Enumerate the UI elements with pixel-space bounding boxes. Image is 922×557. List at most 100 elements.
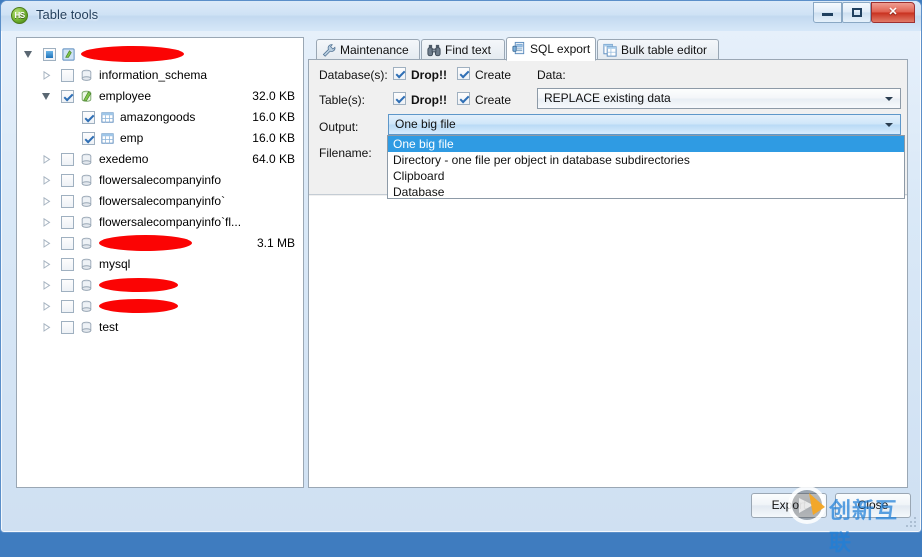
tree-item[interactable]: emp 16.0 KB [17,128,303,149]
databases-label: Database(s): [319,68,388,82]
expand-arrow-icon[interactable] [41,296,52,317]
resize-grip-icon[interactable] [905,516,918,529]
tab-bulk-table-editor[interactable]: Bulk table editor [597,39,719,60]
expand-arrow-icon[interactable] [41,170,52,191]
tree-item-label: exedemo [99,152,149,166]
database-icon [79,68,94,83]
server-icon [61,47,76,62]
tree-item-size: 16.0 KB [252,110,295,124]
database-icon [79,299,94,314]
data-mode-combobox[interactable]: REPLACE existing data [537,88,901,109]
expand-arrow-icon[interactable] [41,65,52,86]
expand-arrow-icon[interactable] [41,212,52,233]
tree-item-checkbox[interactable] [61,258,74,271]
tree-item[interactable]: mysql [17,254,303,275]
databases-create-label: Create [475,68,512,82]
tree-item-checkbox[interactable] [61,237,74,250]
output-mode-combobox[interactable]: One big file [388,114,901,135]
tree-item-label: mysql [99,257,131,271]
dropdown-option[interactable]: One big file [388,136,904,152]
tree-item-label: emp [120,131,144,145]
tables-drop-checkbox[interactable] [393,92,406,105]
tree-item-checkbox[interactable] [61,279,74,292]
tree-item-checkbox[interactable] [43,48,56,61]
tab-find-text[interactable]: Find text [421,39,505,60]
tree-item-checkbox[interactable] [82,132,95,145]
tree-item[interactable] [17,296,303,317]
tables-create-checkbox[interactable] [457,92,470,105]
table-icon [100,110,115,125]
tree-item-checkbox[interactable] [82,111,95,124]
tables-icon [602,43,618,58]
redacted-label [99,299,178,313]
database-icon [79,215,94,230]
export-button[interactable]: Export [751,493,827,518]
expand-arrow-icon[interactable] [41,275,52,296]
database-icon [79,320,94,335]
close-dialog-button[interactable]: Close [835,493,911,518]
minimize-button[interactable] [813,2,842,23]
expand-arrow-icon[interactable] [41,191,52,212]
tree-item-checkbox[interactable] [61,216,74,229]
expand-arrow-icon[interactable] [41,317,52,338]
tree-item-label: flowersalecompanyinfo [99,173,222,187]
tree-item[interactable]: exedemo 64.0 KB [17,149,303,170]
sql-export-tab-body: Database(s): Table(s): Output: Filename:… [308,59,908,488]
output-mode-value: One big file [395,117,456,131]
tab-label: Maintenance [340,43,409,57]
redacted-label [81,46,184,62]
close-window-button[interactable]: ✕ [871,2,915,23]
tree-item-size: 3.1 MB [256,236,295,250]
minimize-icon [814,3,841,22]
dropdown-option[interactable]: Directory - one file per object in datab… [388,152,904,168]
database-active-icon [79,89,94,104]
title-bar[interactable]: HS Table tools ✕ [1,1,921,31]
table-icon [100,131,115,146]
tree-item-label: flowersalecompanyinfo` [99,194,226,208]
collapse-arrow-icon[interactable] [23,44,34,65]
tab-label: Find text [445,43,492,57]
tree-item[interactable]: flowersalecompanyinfo`fl... [17,212,303,233]
tree-item-checkbox[interactable] [61,90,74,103]
tree-item-size: 16.0 KB [252,131,295,145]
tab-sql-export[interactable]: SQL export [506,37,596,61]
dropdown-option[interactable]: Database [388,184,904,198]
tree-item-checkbox[interactable] [61,321,74,334]
tree-item-label: information_schema [99,68,208,82]
databases-drop-checkbox[interactable] [393,67,406,80]
tree-item[interactable]: test [17,317,303,338]
data-label: Data: [537,68,566,82]
database-icon [79,194,94,209]
tree-item-checkbox[interactable] [61,174,74,187]
output-mode-dropdown-list[interactable]: One big file Directory - one file per obj… [387,135,905,199]
tree-item[interactable] [17,275,303,296]
dropdown-option[interactable]: Clipboard [388,168,904,184]
tree-item[interactable]: amazongoods 16.0 KB [17,107,303,128]
expand-arrow-icon[interactable] [41,233,52,254]
tree-item[interactable] [17,44,303,65]
collapse-arrow-icon[interactable] [41,86,52,107]
database-tree-panel[interactable]: information_schema employee 32.0 KB amazong… [16,37,304,488]
expand-arrow-icon[interactable] [41,149,52,170]
tree-item-checkbox[interactable] [61,300,74,313]
maximize-icon [843,3,870,22]
tree-item-checkbox[interactable] [61,153,74,166]
tree-item-label: employee [99,89,152,103]
expand-arrow-icon[interactable] [41,254,52,275]
tree-item[interactable]: employee 32.0 KB [17,86,303,107]
tree-item[interactable]: 3.1 MB [17,233,303,254]
output-label: Output: [319,120,359,134]
tables-create-label: Create [475,93,512,107]
database-icon [79,278,94,293]
table-tools-window: HS Table tools ✕ information_schemaemplo… [0,0,922,556]
chevron-down-icon [885,123,893,127]
maximize-button[interactable] [842,2,871,23]
tree-item[interactable]: flowersalecompanyinfo` [17,191,303,212]
tree-item[interactable]: flowersalecompanyinfo [17,170,303,191]
tree-item-checkbox[interactable] [61,69,74,82]
tree-item[interactable]: information_schema [17,65,303,86]
tree-item-label: test [99,320,119,334]
tab-maintenance[interactable]: Maintenance [316,39,420,60]
databases-create-checkbox[interactable] [457,67,470,80]
tree-item-checkbox[interactable] [61,195,74,208]
